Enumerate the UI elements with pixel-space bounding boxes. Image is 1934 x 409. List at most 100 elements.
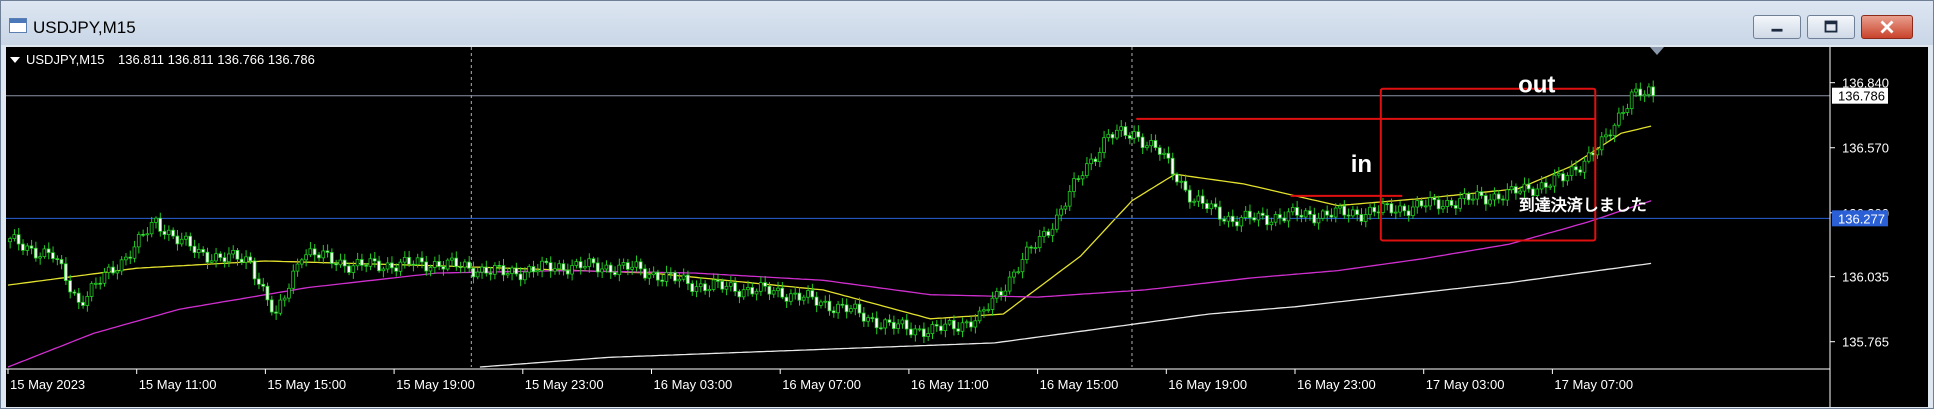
candle-body <box>1110 133 1115 139</box>
candle-body <box>136 233 141 248</box>
candle-body <box>68 280 72 293</box>
candle-body <box>874 317 879 329</box>
candle-body <box>630 266 634 270</box>
candle-body <box>119 259 124 272</box>
candle-body <box>33 247 38 259</box>
candle-body <box>355 259 360 267</box>
candle-body <box>188 235 193 247</box>
candle-body <box>518 273 523 281</box>
candle-body <box>59 259 64 265</box>
candle-body <box>505 273 510 276</box>
candle-body <box>638 261 643 270</box>
candle-body <box>29 245 34 249</box>
candle-body <box>252 260 257 280</box>
candle-body <box>402 256 407 263</box>
candle-body <box>1350 209 1355 217</box>
candle-body <box>467 261 471 269</box>
candle-body <box>1033 247 1038 250</box>
candle-body <box>831 310 836 314</box>
price-chart[interactable]: outin到達決済しました 135.765136.035136.300136.5… <box>6 47 1928 407</box>
chart-window-icon <box>9 18 27 33</box>
candle-body <box>214 253 218 262</box>
time-tick-label: 17 May 07:00 <box>1554 377 1633 392</box>
candle-body <box>1393 211 1398 214</box>
candle-body <box>450 257 454 261</box>
candle-body <box>1526 183 1531 190</box>
candle-body <box>1316 217 1321 224</box>
candle-body <box>934 324 939 327</box>
candle-body <box>952 320 956 330</box>
title-bar[interactable]: USDJPY,M15 <box>1 1 1933 45</box>
candle-body <box>407 256 411 265</box>
candle-body <box>171 229 175 237</box>
candle-body <box>205 251 210 263</box>
candle-body <box>411 263 416 266</box>
candle-body <box>372 258 377 262</box>
candle-body <box>475 271 480 278</box>
candle-body <box>1205 203 1209 210</box>
candle-body <box>1059 208 1063 216</box>
candle-body <box>797 292 802 301</box>
candle-body <box>385 262 390 270</box>
time-tick-label: 16 May 23:00 <box>1297 377 1376 392</box>
candle-body <box>1016 271 1021 274</box>
candle-body <box>1616 112 1621 126</box>
candle-body <box>514 267 519 275</box>
candle-body <box>1102 137 1106 153</box>
candle-body <box>441 266 446 270</box>
candle-body <box>866 317 870 322</box>
candle-body <box>1170 157 1175 175</box>
candle-body <box>1097 152 1102 163</box>
candle-body <box>42 248 47 258</box>
candle-body <box>814 296 819 306</box>
ohlc-label: 136.811 136.811 136.766 136.786 <box>118 52 315 67</box>
close-button[interactable] <box>1861 15 1913 39</box>
candle-body <box>943 323 948 331</box>
maximize-button[interactable] <box>1807 15 1855 39</box>
annotation-label-1: in <box>1351 151 1372 178</box>
candle-body <box>209 260 214 263</box>
candle-body <box>338 259 343 266</box>
candle-body <box>299 259 304 265</box>
candle-body <box>72 291 77 294</box>
candle-body <box>184 235 188 240</box>
candle-body <box>1046 231 1051 236</box>
candle-body <box>166 229 171 235</box>
maximize-icon <box>1824 20 1838 33</box>
candle-body <box>595 262 600 273</box>
candle-body <box>1591 152 1595 156</box>
candle-body <box>1029 246 1033 249</box>
time-tick-label: 16 May 03:00 <box>654 377 733 392</box>
candle-body <box>1256 212 1261 221</box>
candle-body <box>793 292 797 295</box>
current-price-label: 136.786 <box>1838 89 1885 104</box>
candle-body <box>458 266 463 269</box>
candle-body <box>1076 178 1081 180</box>
candle-body <box>1642 93 1647 97</box>
candle-body <box>613 271 617 276</box>
candle-body <box>334 263 338 266</box>
candle-body <box>38 256 42 259</box>
candle-body <box>1629 91 1634 110</box>
candle-body <box>359 259 364 266</box>
candle-body <box>1050 228 1055 236</box>
candle-body <box>1342 205 1347 216</box>
candle-body <box>141 233 145 236</box>
candle-body <box>604 264 609 270</box>
candle-body <box>1651 86 1655 97</box>
candle-body <box>1093 158 1098 163</box>
candle-body <box>394 267 398 272</box>
price-tick-label: 136.570 <box>1842 141 1889 156</box>
candle-body <box>1621 112 1625 114</box>
candle-body <box>1535 188 1540 196</box>
candle-body <box>1248 210 1252 219</box>
minimize-icon <box>1771 28 1783 32</box>
candle-body <box>1282 217 1287 222</box>
candle-body <box>1428 197 1432 207</box>
candle-body <box>274 311 278 314</box>
candle-body <box>175 235 180 245</box>
minimize-button[interactable] <box>1753 15 1801 39</box>
candle-body <box>1123 126 1128 136</box>
candle-body <box>226 253 231 263</box>
candle-body <box>836 303 840 314</box>
